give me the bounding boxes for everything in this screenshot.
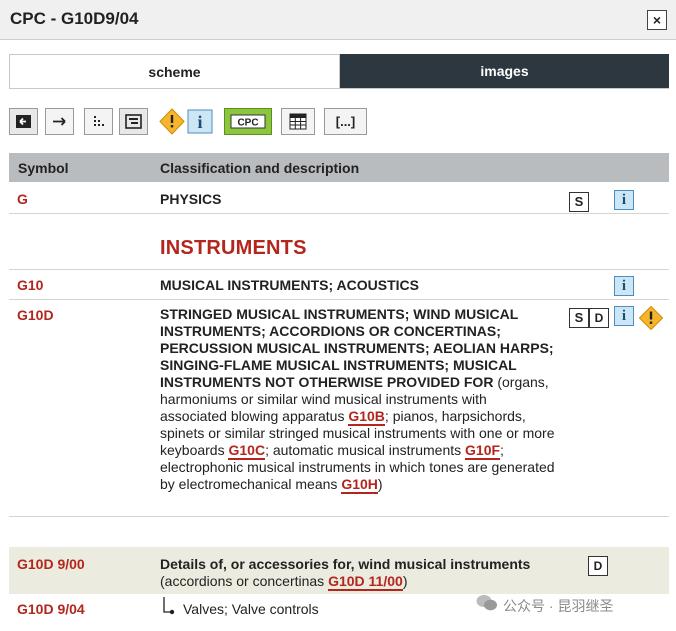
row-divider — [9, 213, 669, 214]
header-description: Classification and description — [160, 160, 360, 176]
dialog-title: CPC - G10D9/04 — [10, 9, 139, 28]
cpc-button[interactable]: CPC — [224, 108, 272, 135]
table-row: G PHYSICS S i — [9, 182, 669, 213]
row-description: PHYSICS — [160, 191, 222, 207]
row-symbol[interactable]: G — [17, 191, 28, 207]
description-title: Details of, or accessories for, wind mus… — [160, 556, 531, 572]
first-button[interactable] — [9, 108, 38, 135]
next-button[interactable] — [45, 108, 74, 135]
table-header: Symbol Classification and description — [9, 153, 669, 182]
row-symbol[interactable]: G10D 9/04 — [17, 601, 85, 617]
row-symbol[interactable]: G10 — [17, 277, 43, 293]
row-symbol[interactable]: G10D 9/00 — [17, 556, 85, 572]
cpc-icon: CPC — [230, 114, 266, 129]
warning-icon[interactable] — [638, 305, 664, 331]
dialog-titlebar: CPC - G10D9/04 × — [0, 0, 676, 40]
description-text: ) — [377, 476, 383, 492]
svg-text:CPC: CPC — [237, 118, 258, 129]
description-text: ) — [402, 573, 408, 589]
more-button[interactable]: [...] — [324, 108, 367, 135]
row-description: Valves; Valve controls — [183, 601, 319, 617]
table-view-button[interactable] — [281, 108, 315, 135]
table-row: G10 MUSICAL INSTRUMENTS; ACOUSTICS i — [9, 270, 669, 299]
reference-link[interactable]: G10B — [348, 408, 385, 426]
tab-scheme[interactable]: scheme — [9, 54, 340, 89]
tab-divider — [9, 88, 669, 89]
tab-images[interactable]: images — [340, 54, 669, 89]
row-description: Details of, or accessories for, wind mus… — [160, 556, 540, 591]
d-icon[interactable]: D — [589, 308, 609, 328]
row-description: STRINGED MUSICAL INSTRUMENTS; WIND MUSIC… — [160, 306, 555, 494]
ellipsis-icon: [...] — [336, 114, 356, 129]
d-icon[interactable]: D — [588, 556, 608, 576]
tab-bar: scheme images — [9, 54, 669, 89]
outline-icon — [125, 114, 142, 129]
warning-icon: i — [159, 108, 213, 135]
first-icon — [16, 115, 31, 128]
close-button[interactable]: × — [647, 10, 667, 30]
tree-connector-icon — [163, 597, 175, 615]
next-icon — [53, 117, 66, 126]
info-icon[interactable]: i — [614, 306, 634, 326]
info-icon[interactable]: i — [614, 276, 634, 296]
s-icon[interactable]: S — [569, 308, 589, 328]
wechat-logo-icon — [476, 595, 497, 611]
row-divider — [9, 516, 669, 517]
table-row-highlighted: G10D 9/00 Details of, or accessories for… — [9, 547, 669, 594]
reference-link[interactable]: G10D 11/00 — [328, 573, 403, 591]
outline-view-button[interactable] — [119, 108, 148, 135]
table-icon — [289, 113, 307, 130]
row-symbol[interactable]: G10D — [17, 307, 54, 323]
tree-icon — [94, 116, 104, 126]
info-icon: i — [197, 112, 202, 132]
watermark-text: 公众号 · 昆羽继圣 — [503, 598, 614, 614]
svg-text:[...]: [...] — [336, 114, 356, 129]
warning-info-button[interactable]: i — [159, 108, 214, 135]
description-text: (accordions or concertinas — [160, 573, 329, 589]
section-heading: INSTRUMENTS — [160, 237, 307, 259]
header-symbol: Symbol — [18, 160, 69, 176]
reference-link[interactable]: G10C — [228, 442, 266, 460]
description-text: ; automatic musical instruments — [265, 442, 466, 458]
info-icon[interactable]: i — [614, 190, 634, 210]
table-row: G10D STRINGED MUSICAL INSTRUMENTS; WIND … — [9, 300, 669, 516]
tree-view-button[interactable] — [84, 108, 113, 135]
s-icon[interactable]: S — [569, 192, 589, 212]
row-description: MUSICAL INSTRUMENTS; ACOUSTICS — [160, 277, 419, 293]
reference-link[interactable]: G10H — [341, 476, 378, 494]
reference-link[interactable]: G10F — [465, 442, 501, 460]
